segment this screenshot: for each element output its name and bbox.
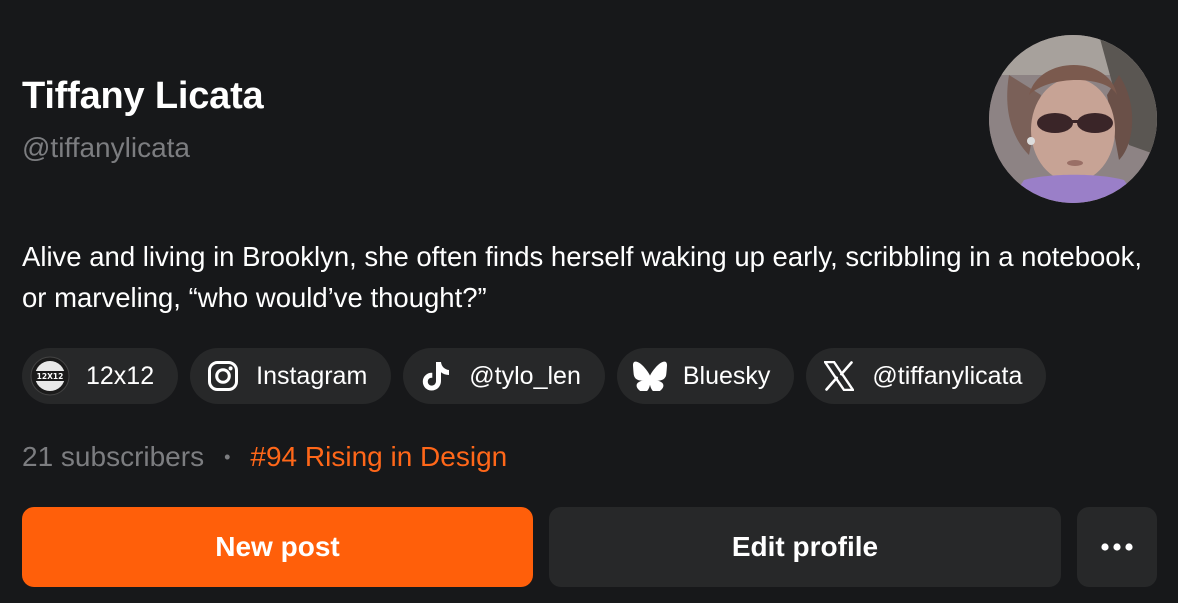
link-label: @tiffanylicata [872, 361, 1023, 390]
more-dots-icon [1101, 543, 1133, 551]
12x12-logo-icon: 12X12 [30, 356, 70, 396]
rising-rank-link[interactable]: #94 Rising in Design [250, 441, 507, 473]
link-bluesky[interactable]: Bluesky [616, 348, 795, 404]
link-label: 12x12 [86, 361, 155, 390]
link-tiktok[interactable]: @tylo_len [403, 348, 605, 404]
link-12x12[interactable]: 12X12 12x12 [22, 348, 179, 404]
more-options-button[interactable] [1077, 507, 1157, 587]
link-instagram[interactable]: Instagram [190, 348, 392, 404]
x-logo-icon [822, 359, 856, 393]
link-label: Bluesky [682, 361, 771, 390]
profile-stats: 21 subscribers • #94 Rising in Design [22, 437, 507, 477]
profile-bio: Alive and living in Brooklyn, she often … [22, 241, 1142, 313]
bluesky-butterfly-icon [632, 359, 667, 393]
12x12-logo-text: 12X12 [37, 372, 64, 381]
tiktok-icon [419, 359, 453, 393]
edit-profile-button[interactable]: Edit profile [549, 507, 1061, 587]
link-x[interactable]: @tiffanylicata [806, 348, 1047, 404]
profile-handle: @tiffanylicata [22, 132, 190, 163]
link-label: @tylo_len [469, 361, 581, 390]
instagram-icon [206, 359, 240, 393]
avatar[interactable] [989, 35, 1157, 203]
new-post-button[interactable]: New post [22, 507, 533, 587]
stats-separator: • [224, 446, 231, 467]
profile-name: Tiffany Licata [22, 75, 264, 117]
social-links: 12X12 12x12 Instagram @tylo_len Bluesky … [22, 348, 1047, 404]
link-label: Instagram [256, 361, 368, 390]
avatar-photo [989, 35, 1157, 203]
subscriber-count[interactable]: 21 subscribers [22, 441, 204, 473]
